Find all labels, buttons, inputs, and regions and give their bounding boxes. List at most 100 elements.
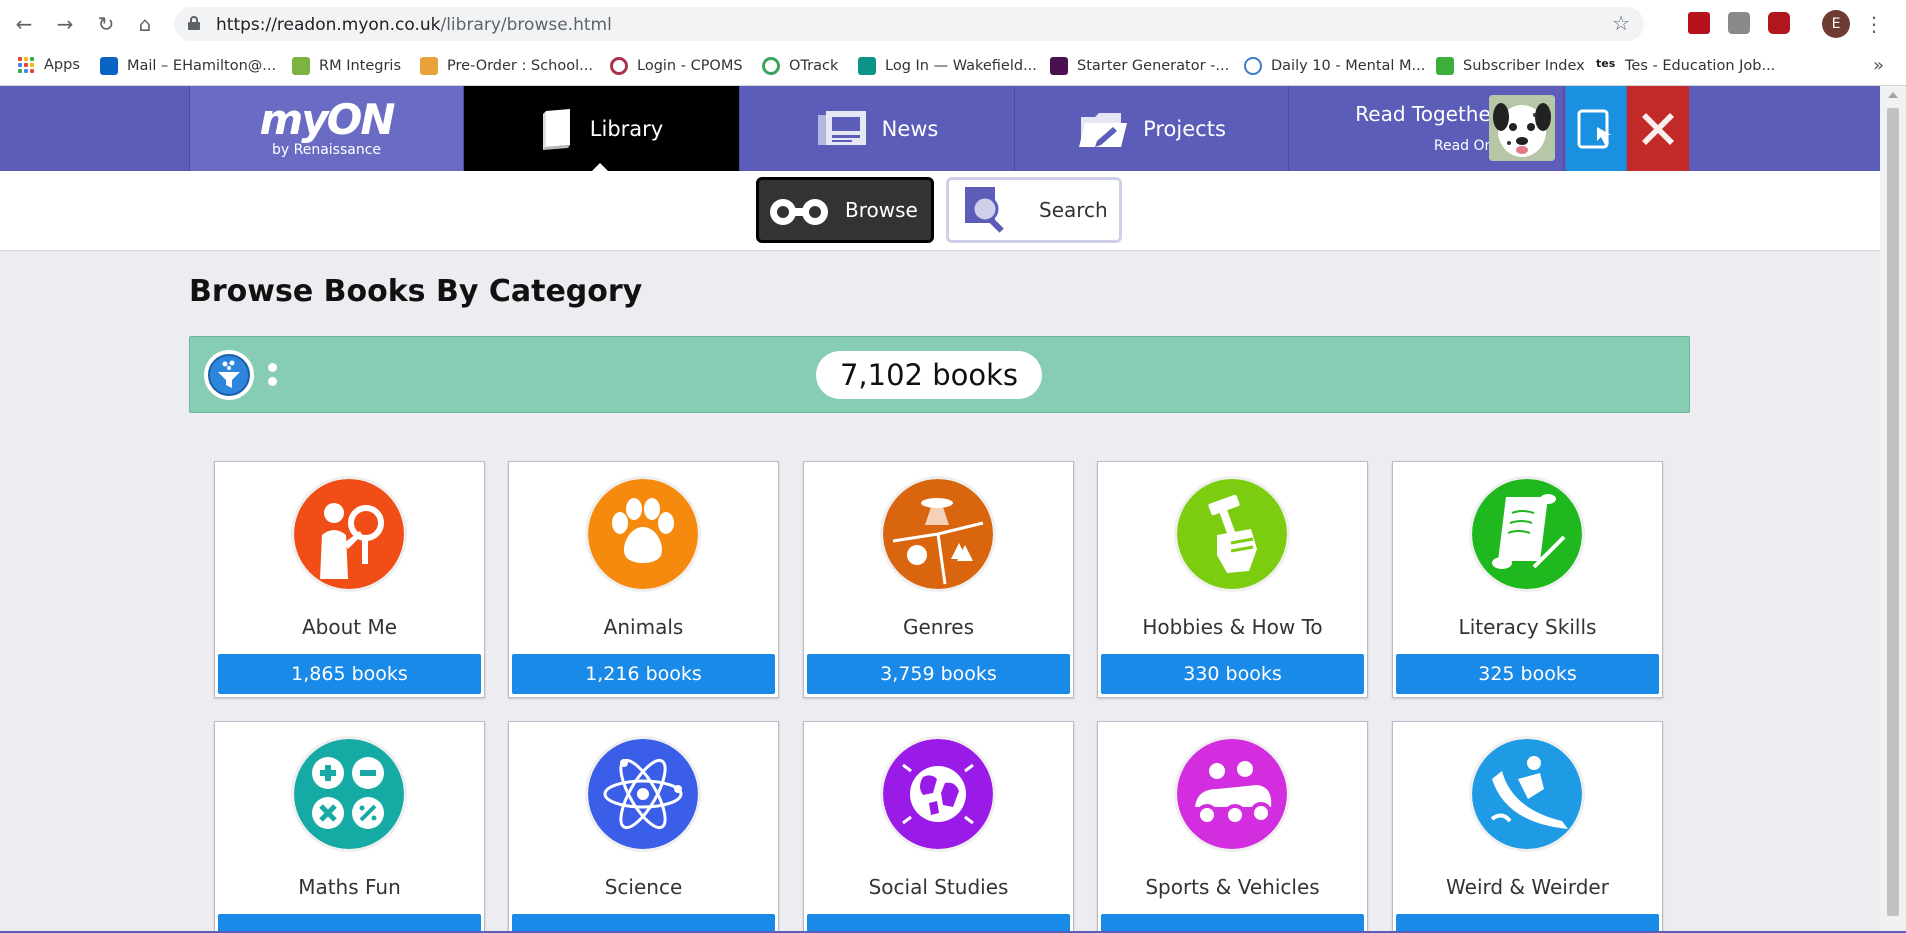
subscriber-icon (1436, 57, 1454, 75)
address-bar[interactable]: https://readon.myon.co.uk/library/browse… (174, 7, 1644, 41)
bookmark-pre-order[interactable]: Pre-Order : School... (420, 57, 593, 75)
close-button[interactable] (1627, 86, 1689, 171)
slide-icon (1490, 756, 1568, 829)
app-header: myON by Renaissance Library News Project… (0, 86, 1880, 171)
category-name: Social Studies (868, 875, 1009, 899)
category-count-button[interactable]: 325 books (1396, 654, 1659, 694)
category-count-button[interactable]: 330 books (1101, 654, 1364, 694)
filter-button[interactable] (204, 350, 254, 400)
category-name: Hobbies & How To (1142, 615, 1323, 639)
cpoms-icon (610, 57, 628, 75)
read-together[interactable]: Read Together Read On! (1289, 86, 1564, 171)
browse-button[interactable]: Browse (756, 177, 934, 243)
category-name: Sports & Vehicles (1145, 875, 1320, 899)
binoculars-icon (770, 199, 828, 225)
tab-news[interactable]: News (740, 86, 1015, 171)
category-card-science[interactable]: Science (508, 721, 779, 933)
magnifier-person-icon (320, 503, 384, 579)
dog-avatar-icon (1489, 95, 1555, 161)
back-arrow-icon[interactable]: ← (10, 10, 38, 38)
bookmark-apps[interactable]: Apps (18, 57, 80, 73)
category-name: Weird & Weirder (1446, 875, 1609, 899)
bookmark-subscriber-index[interactable]: Subscriber Index (1436, 57, 1585, 75)
globe-icon (902, 763, 974, 825)
page-scrollbar[interactable] (1880, 86, 1906, 933)
hammer-fist-icon (1208, 494, 1257, 573)
bookmark-mail[interactable]: Mail – EHamilton@... (100, 57, 276, 75)
forward-arrow-icon[interactable]: → (51, 10, 79, 38)
browser-toolbar: ← → ↻ ⌂ https://readon.myon.co.uk/librar… (0, 0, 1906, 48)
browser-menu-icon[interactable]: ⋮ (1864, 10, 1884, 38)
category-name: Animals (603, 615, 684, 639)
total-book-count: 7,102 books (816, 351, 1042, 399)
myon-logo[interactable]: myON by Renaissance (189, 86, 464, 171)
profile-avatar[interactable]: E (1822, 10, 1850, 38)
tablet-button[interactable] (1566, 86, 1626, 171)
tab-library[interactable]: Library (464, 86, 740, 171)
category-name: Literacy Skills (1458, 615, 1597, 639)
bookmark-star-icon[interactable]: ☆ (1612, 11, 1630, 35)
category-card-genres[interactable]: Genres 3,759 books (803, 461, 1074, 698)
folder-icon (1079, 112, 1128, 147)
category-card-literacy[interactable]: Literacy Skills 325 books (1392, 461, 1663, 698)
scroll-thumb[interactable] (1887, 108, 1899, 916)
bookmark-otrack[interactable]: OTrack (762, 57, 838, 75)
bookmark-cpoms[interactable]: Login - CPOMS (610, 57, 743, 75)
paw-icon (612, 498, 674, 563)
camera-extension-icon[interactable] (1728, 12, 1750, 34)
avatar[interactable] (1489, 95, 1555, 161)
category-count-button[interactable]: 1,865 books (218, 654, 481, 694)
category-card-animals[interactable]: Animals 1,216 books (508, 461, 779, 698)
funnel-icon (218, 360, 240, 388)
category-card-hobbies[interactable]: Hobbies & How To 330 books (1097, 461, 1368, 698)
atom-icon (603, 758, 683, 830)
shield-extension-icon[interactable] (1768, 12, 1790, 34)
outlook-icon (100, 57, 118, 75)
apps-grid-icon (18, 57, 34, 73)
bookmark-rm-integris[interactable]: RM Integris (292, 57, 401, 75)
genres-icon (892, 498, 984, 585)
bookmarks-bar: Apps Mail – EHamilton@... RM Integris Pr… (0, 48, 1906, 86)
pre-order-icon (420, 57, 438, 75)
scroll-icon (1492, 494, 1566, 569)
tab-projects[interactable]: Projects (1015, 86, 1289, 171)
checkmark-icon (1244, 57, 1262, 75)
bookmarks-overflow-icon[interactable]: » (1873, 55, 1884, 76)
scroll-up-arrow-icon[interactable] (1888, 92, 1898, 98)
race-car-icon (1195, 761, 1272, 826)
category-name: Science (604, 875, 683, 899)
bookmark-starter-generator[interactable]: Starter Generator -... (1050, 57, 1229, 75)
filter-bar: 7,102 books (189, 336, 1690, 413)
close-icon (1642, 112, 1674, 145)
sub-navigation: Browse Search (0, 171, 1880, 251)
book-icon (542, 108, 570, 150)
category-count-button[interactable]: 1,216 books (512, 654, 775, 694)
otrack-icon (762, 57, 780, 75)
math-symbols-icon (312, 757, 384, 829)
category-card-weird[interactable]: Weird & Weirder (1392, 721, 1663, 933)
wakefield-icon (858, 57, 876, 75)
category-card-social-studies[interactable]: Social Studies (803, 721, 1074, 933)
rm-integris-icon (292, 57, 310, 75)
category-card-sports[interactable]: Sports & Vehicles (1097, 721, 1368, 933)
lock-icon (188, 16, 200, 30)
category-card-about-me[interactable]: About Me 1,865 books (214, 461, 485, 698)
bookmark-tes[interactable]: tes Tes - Education Job... (1596, 57, 1775, 75)
tablet-touch-icon (1577, 109, 1611, 148)
search-button[interactable]: Search (946, 177, 1122, 243)
reload-icon[interactable]: ↻ (92, 10, 120, 38)
tes-icon: tes (1596, 57, 1616, 75)
pdf-extension-icon[interactable] (1688, 12, 1710, 34)
page-title: Browse Books By Category (189, 274, 643, 309)
pi-icon (1050, 57, 1068, 75)
url-text[interactable]: https://readon.myon.co.uk/library/browse… (216, 15, 612, 35)
more-options-icon[interactable] (268, 363, 278, 387)
home-icon[interactable]: ⌂ (131, 10, 159, 38)
category-count-button[interactable]: 3,759 books (807, 654, 1070, 694)
category-card-maths-fun[interactable]: Maths Fun (214, 721, 485, 933)
category-name: Genres (903, 615, 974, 639)
search-icon (965, 187, 1004, 233)
category-name: About Me (301, 615, 398, 639)
bookmark-wakefield[interactable]: Log In — Wakefield... (858, 57, 1037, 75)
bookmark-daily-10[interactable]: Daily 10 - Mental M... (1244, 57, 1425, 75)
